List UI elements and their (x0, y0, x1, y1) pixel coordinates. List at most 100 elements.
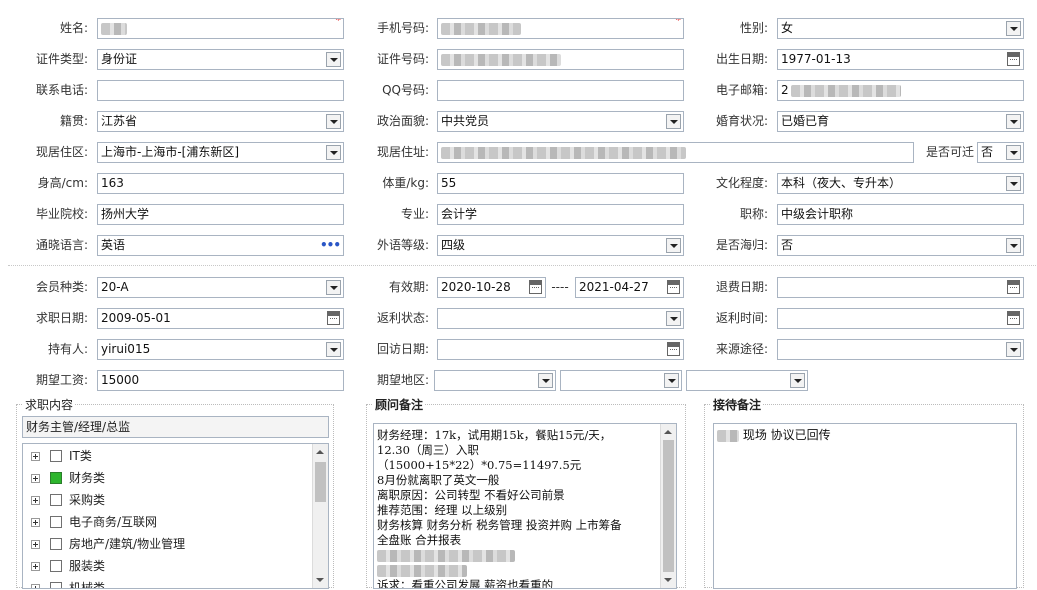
expand-icon[interactable] (31, 518, 40, 527)
chevron-down-icon[interactable] (538, 373, 553, 388)
political-select[interactable]: 中共党员 (437, 111, 684, 132)
refund-date-input[interactable] (777, 277, 1024, 298)
calendar-icon[interactable] (529, 280, 542, 294)
salary-input[interactable]: 15000 (97, 370, 344, 391)
expand-icon[interactable] (31, 496, 40, 505)
calendar-icon[interactable] (327, 311, 340, 325)
tree-item-it[interactable]: IT类 (31, 446, 311, 466)
height-input[interactable]: 163 (97, 173, 344, 194)
chevron-down-icon[interactable] (1006, 145, 1021, 160)
expand-icon[interactable] (31, 474, 40, 483)
native-select[interactable]: 江苏省 (97, 111, 344, 132)
calendar-icon[interactable] (1007, 280, 1020, 294)
chevron-down-icon[interactable] (326, 52, 341, 67)
scroll-thumb[interactable] (315, 462, 326, 502)
calendar-icon[interactable] (667, 342, 680, 356)
chevron-down-icon[interactable] (326, 342, 341, 357)
address-input[interactable] (437, 142, 914, 163)
rebate-status-select[interactable] (437, 308, 684, 329)
scroll-up-icon[interactable] (664, 430, 672, 434)
chevron-down-icon[interactable] (666, 311, 681, 326)
source-select[interactable] (777, 339, 1024, 360)
tree-scrollbar[interactable] (312, 444, 328, 588)
checkbox[interactable] (50, 450, 62, 462)
job-date-input[interactable]: 2009-05-01 (97, 308, 344, 329)
expand-icon[interactable] (31, 584, 40, 588)
chevron-down-icon[interactable] (326, 145, 341, 160)
chevron-down-icon[interactable] (666, 238, 681, 253)
id-number-input[interactable] (437, 49, 684, 70)
scroll-down-icon[interactable] (316, 578, 324, 582)
chevron-down-icon[interactable] (666, 114, 681, 129)
expand-icon[interactable] (31, 452, 40, 461)
notes-scrollbar[interactable] (660, 424, 676, 588)
job-title-input[interactable]: 中级会计职称 (777, 204, 1024, 225)
valid-to-input[interactable]: 2021-04-27 (575, 277, 684, 298)
chevron-down-icon[interactable] (326, 114, 341, 129)
native-value: 江苏省 (101, 114, 138, 128)
scroll-up-icon[interactable] (316, 450, 324, 454)
expand-icon[interactable] (31, 562, 40, 571)
chevron-down-icon[interactable] (1006, 342, 1021, 357)
mobile-input[interactable]: * (437, 18, 684, 39)
tree-item-finance[interactable]: 财务类 (31, 468, 311, 488)
residence-select[interactable]: 上海市-上海市-[浦东新区] (97, 142, 344, 163)
education-select[interactable]: 本科（夜大、专升本） (777, 173, 1024, 194)
checkbox[interactable] (50, 494, 62, 506)
member-type-select[interactable]: 20-A (97, 277, 344, 298)
major-input[interactable]: 会计学 (437, 204, 684, 225)
marital-select[interactable]: 已婚已育 (777, 111, 1024, 132)
visit-date-input[interactable] (437, 339, 684, 360)
checkbox[interactable] (50, 538, 62, 550)
chevron-down-icon[interactable] (1006, 114, 1021, 129)
more-icon[interactable]: ••• (320, 236, 341, 255)
overseas-select[interactable]: 否 (777, 235, 1024, 256)
chevron-down-icon[interactable] (1006, 21, 1021, 36)
tree-item-apparel[interactable]: 服装类 (31, 556, 311, 576)
reception-notes-textarea[interactable]: 现场 协议已回传 (713, 423, 1017, 589)
chevron-down-icon[interactable] (1006, 238, 1021, 253)
residence-value: 上海市-上海市-[浦东新区] (101, 145, 240, 159)
chevron-down-icon[interactable] (790, 373, 805, 388)
name-input[interactable]: * (97, 18, 344, 39)
calendar-icon[interactable] (667, 280, 680, 294)
language-level-select[interactable]: 四级 (437, 235, 684, 256)
id-type-select[interactable]: 身份证 (97, 49, 344, 70)
email-input[interactable]: 2 (777, 80, 1024, 101)
qq-input[interactable] (437, 80, 684, 101)
weight-input[interactable]: 55 (437, 173, 684, 194)
language-picker[interactable]: 英语 ••• (97, 235, 344, 256)
tree-item-realestate[interactable]: 房地产/建筑/物业管理 (31, 534, 311, 554)
checkbox-checked[interactable] (50, 472, 62, 484)
tree-item-purchasing[interactable]: 采购类 (31, 490, 311, 510)
relocate-select[interactable]: 否 (977, 142, 1024, 163)
advisor-notes-textarea[interactable]: 财务经理：17k，试用期15k，餐贴15元/天， 12.30（周三）入职 （15… (373, 423, 677, 589)
checkbox[interactable] (50, 560, 62, 572)
tree-item-ecommerce[interactable]: 电子商务/互联网 (31, 512, 311, 532)
holder-select[interactable]: yirui015 (97, 339, 344, 360)
region-district-select[interactable] (686, 370, 808, 391)
scroll-down-icon[interactable] (664, 578, 672, 582)
job-selected-field[interactable]: 财务主管/经理/总监 (22, 416, 329, 438)
phone-input[interactable] (97, 80, 344, 101)
gender-select[interactable]: 女 (777, 18, 1024, 39)
birth-date-input[interactable]: 1977-01-13 (777, 49, 1024, 70)
rebate-time-input[interactable] (777, 308, 1024, 329)
chevron-down-icon[interactable] (664, 373, 679, 388)
checkbox[interactable] (50, 516, 62, 528)
scroll-thumb[interactable] (663, 440, 674, 572)
note-line: 离职原因：公司转型 不看好公司前景 (377, 488, 565, 502)
chevron-down-icon[interactable] (326, 280, 341, 295)
region-city-select[interactable] (560, 370, 682, 391)
checkbox[interactable] (50, 582, 62, 588)
language-label: 通晓语言: (35, 238, 88, 252)
school-input[interactable]: 扬州大学 (97, 204, 344, 225)
region-province-select[interactable] (434, 370, 556, 391)
chevron-down-icon[interactable] (1006, 176, 1021, 191)
tree-item-machinery[interactable]: 机械类 (31, 578, 311, 588)
job-category-tree[interactable]: IT类 财务类 采购类 电子商务/互联网 房地产/建筑/物业管理 服装类 机械类 (22, 443, 329, 589)
expand-icon[interactable] (31, 540, 40, 549)
calendar-icon[interactable] (1007, 311, 1020, 325)
calendar-icon[interactable] (1007, 52, 1020, 66)
valid-from-input[interactable]: 2020-10-28 (437, 277, 546, 298)
